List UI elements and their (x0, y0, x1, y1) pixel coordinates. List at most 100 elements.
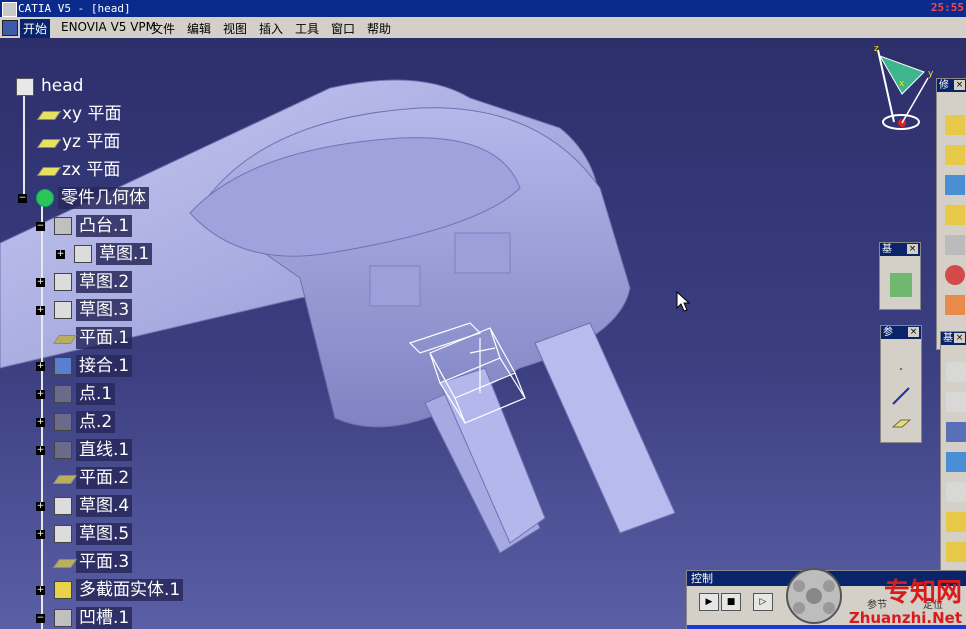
sketch-icon (74, 245, 92, 263)
expand-icon[interactable]: + (36, 446, 45, 455)
tree-node-pad-1[interactable]: − 凸台.1 (34, 215, 133, 237)
sketch-icon (54, 301, 72, 319)
watermark-cn: 专知网 (883, 578, 962, 608)
part-body-gear-icon (36, 189, 54, 207)
window-title: CATIA V5 - [head] (18, 2, 131, 15)
tree-node-plane-1[interactable]: 平面.1 (34, 327, 133, 349)
point-icon[interactable]: · (891, 362, 911, 382)
pad-icon[interactable] (946, 362, 966, 382)
tree-node-join-1[interactable]: + 接合.1 (34, 355, 133, 377)
document-menu-icon[interactable] (2, 20, 18, 36)
pocket-icon[interactable] (946, 392, 966, 412)
menu-bar: 开始 ENOVIA V5 VPM 文件 编辑 视图 插入 工具 窗口 帮助 (0, 17, 966, 39)
expand-icon[interactable]: + (36, 502, 45, 511)
expand-icon[interactable]: + (36, 306, 45, 315)
base-small-toolbar: 基 × (879, 242, 921, 310)
fillet-icon[interactable] (945, 115, 965, 135)
hole-icon[interactable] (946, 482, 966, 502)
tree-root-label: head (41, 76, 84, 96)
remove-face-icon[interactable] (945, 295, 965, 315)
menu-enovia[interactable]: ENOVIA V5 VPM (58, 19, 159, 35)
tree-node-sketch-3[interactable]: + 草图.3 (34, 299, 133, 321)
watermark-url: Zhuanzhi.Net (848, 609, 962, 627)
tree-root[interactable]: head (16, 75, 86, 97)
point-icon (54, 413, 72, 431)
menu-view[interactable]: 视图 (220, 19, 250, 38)
join-icon (54, 357, 72, 375)
window-title-bar: CATIA V5 - [head] 25:55 (0, 0, 966, 17)
tree-node-part-body[interactable]: − 零件几何体 (16, 187, 149, 209)
plane-icon[interactable] (891, 412, 912, 432)
3d-viewport[interactable]: head xy 平面 yz 平面 zx 平面 − 零件几何体 − 凸台.1 + … (0, 38, 966, 629)
tree-node-pocket-1[interactable]: − 凹槽.1 (34, 607, 133, 629)
tree-node-zx-plane[interactable]: zx 平面 (24, 159, 123, 181)
step-icon[interactable]: ▷ (753, 593, 773, 611)
shell-icon[interactable] (945, 205, 965, 225)
plane-feature-icon (52, 335, 78, 344)
menu-edit[interactable]: 编辑 (184, 19, 214, 38)
close-icon[interactable]: × (954, 333, 965, 343)
expand-icon[interactable]: + (36, 530, 45, 539)
tree-node-multi-section-solid-1[interactable]: + 多截面实体.1 (34, 579, 184, 601)
surface-based-feature-icon[interactable] (890, 273, 912, 297)
watermark: 专知网 Zhuanzhi.Net (849, 572, 962, 627)
slot-icon[interactable] (946, 542, 966, 562)
thread-icon[interactable] (945, 265, 965, 285)
groove-icon[interactable] (946, 452, 966, 472)
menu-window[interactable]: 窗口 (328, 19, 358, 38)
expand-icon[interactable]: + (36, 278, 45, 287)
tree-node-sketch-2[interactable]: + 草图.2 (34, 271, 133, 293)
thickness-icon[interactable] (945, 235, 965, 255)
menu-start[interactable]: 开始 (20, 19, 51, 38)
line-icon (54, 441, 72, 459)
tree-node-xy-plane[interactable]: xy 平面 (24, 103, 125, 125)
menu-tools[interactable]: 工具 (292, 19, 322, 38)
watermark-logo-ball (786, 568, 842, 624)
tree-node-point-2[interactable]: + 点.2 (34, 411, 116, 433)
tree-node-sketch-5[interactable]: + 草图.5 (34, 523, 133, 545)
collapse-icon[interactable]: − (18, 194, 27, 203)
clock-readout: 25:55 (930, 1, 964, 14)
expand-icon[interactable]: + (36, 362, 45, 371)
close-icon[interactable]: × (907, 244, 918, 254)
specification-tree: head xy 平面 yz 平面 zx 平面 − 零件几何体 − 凸台.1 + … (0, 38, 260, 629)
plane-icon (36, 167, 62, 176)
expand-icon[interactable]: + (36, 418, 45, 427)
menu-file[interactable]: 文件 (148, 19, 178, 38)
chamfer-icon[interactable] (945, 145, 965, 165)
tree-node-plane-2[interactable]: 平面.2 (34, 467, 133, 489)
dress-up-toolbar: 修 × (936, 78, 966, 350)
expand-icon[interactable]: + (56, 250, 65, 259)
close-icon[interactable]: × (908, 327, 919, 337)
plane-icon (36, 111, 62, 120)
tree-node-sketch-1[interactable]: + 草图.1 (54, 243, 153, 265)
expand-icon[interactable]: + (36, 390, 45, 399)
menu-help[interactable]: 帮助 (364, 19, 394, 38)
compass-axis-x: x (899, 79, 905, 89)
tree-node-line-1[interactable]: + 直线.1 (34, 439, 133, 461)
tree-node-plane-3[interactable]: 平面.3 (34, 551, 133, 573)
tree-node-sketch-4[interactable]: + 草图.4 (34, 495, 133, 517)
stop-icon[interactable]: ■ (721, 593, 741, 611)
expand-icon[interactable]: + (36, 586, 45, 595)
multi-section-solid-icon (54, 581, 72, 599)
tree-node-point-1[interactable]: + 点.1 (34, 383, 116, 405)
collapse-icon[interactable]: − (36, 222, 45, 231)
menu-insert[interactable]: 插入 (256, 19, 286, 38)
draft-icon[interactable] (945, 175, 965, 195)
reference-elements-toolbar: 参 × · (880, 325, 922, 443)
catia-app-icon[interactable] (2, 2, 17, 17)
pad-icon (54, 217, 72, 235)
compass-widget[interactable]: z x y (866, 42, 936, 137)
rib-icon[interactable] (946, 512, 966, 532)
shaft-icon[interactable] (946, 422, 966, 442)
collapse-icon[interactable]: − (36, 614, 45, 623)
line-icon[interactable] (891, 386, 911, 406)
sketch-icon (54, 497, 72, 515)
plane-feature-icon (52, 559, 78, 568)
tree-node-yz-plane[interactable]: yz 平面 (24, 131, 123, 153)
product-icon (16, 78, 34, 96)
close-icon[interactable]: × (954, 80, 965, 90)
sketch-icon (54, 525, 72, 543)
play-icon[interactable]: ▶ (699, 593, 719, 611)
